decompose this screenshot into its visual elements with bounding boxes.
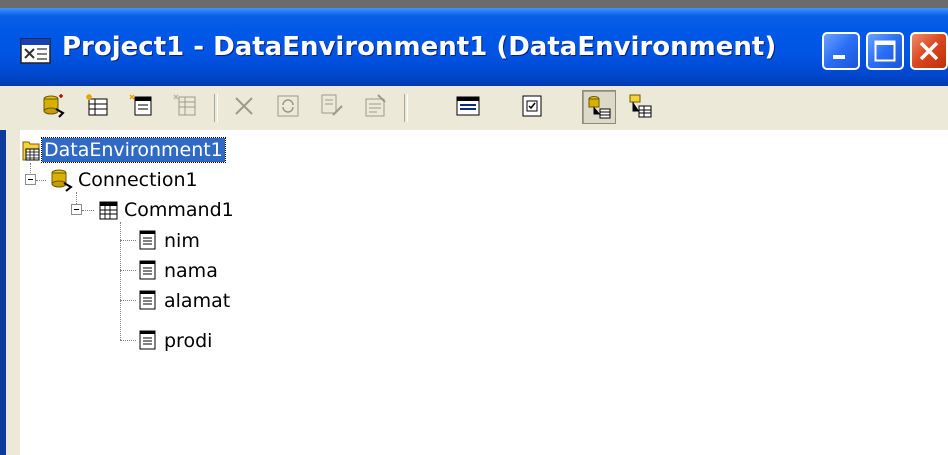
delete-button[interactable] — [228, 90, 260, 122]
arrange-by-objects-button[interactable] — [624, 90, 656, 122]
arrange-by-connections-icon — [588, 96, 611, 119]
close-button[interactable] — [910, 32, 948, 70]
options-button[interactable] — [516, 90, 548, 122]
tree-line — [82, 210, 94, 211]
refresh-button[interactable] — [272, 90, 304, 122]
insert-stored-procedures-icon — [173, 94, 196, 116]
data-environment-window: Project1 - DataEnvironment1 (DataEnviron… — [0, 0, 948, 455]
tree-node-connection1[interactable]: Connection1 — [78, 168, 198, 192]
toolbar — [0, 86, 948, 131]
properties-icon — [365, 94, 386, 117]
data-environment-icon — [22, 141, 40, 161]
maximize-button[interactable] — [866, 32, 904, 70]
window-top-edge — [0, 0, 948, 8]
tree-node-field-nama[interactable]: nama — [164, 259, 218, 283]
window-title: Project1 - DataEnvironment1 (DataEnviron… — [62, 32, 777, 62]
insert-stored-procedures-button[interactable] — [170, 90, 202, 122]
field-icon — [139, 230, 156, 250]
minimize-button[interactable] — [822, 32, 860, 70]
tree-view-panel[interactable]: DataEnvironment1 Connection1 Command1 ni… — [20, 130, 948, 455]
add-command-icon — [86, 94, 108, 116]
options-icon — [522, 95, 542, 117]
collapse-connection-expander[interactable] — [25, 174, 36, 185]
data-environment-window-icon — [20, 38, 51, 64]
toolbar-separator — [404, 94, 408, 122]
field-icon — [139, 290, 156, 310]
refresh-icon — [277, 95, 299, 117]
properties-button[interactable] — [360, 90, 392, 122]
maximize-icon — [874, 40, 896, 62]
left-window-border — [0, 130, 21, 455]
delete-icon — [235, 97, 253, 115]
add-child-command-icon — [129, 94, 152, 116]
tree-node-field-prodi[interactable]: prodi — [164, 329, 212, 353]
field-icon — [139, 330, 156, 350]
tree-line — [120, 300, 136, 301]
tree-line — [36, 180, 46, 181]
arrange-by-connections-button[interactable] — [582, 90, 616, 124]
command-icon — [99, 201, 118, 220]
view-code-button[interactable] — [452, 90, 484, 122]
add-child-command-button[interactable] — [126, 90, 158, 122]
tree-line — [120, 240, 136, 241]
title-bar[interactable]: Project1 - DataEnvironment1 (DataEnviron… — [0, 8, 948, 86]
collapse-command-expander[interactable] — [71, 204, 82, 215]
tree-node-command1[interactable]: Command1 — [124, 198, 234, 222]
arrange-by-objects-icon — [629, 94, 652, 118]
left-frame-inner — [6, 130, 21, 455]
tree-node-field-alamat[interactable]: alamat — [164, 289, 230, 313]
tree-node-data-environment1[interactable]: DataEnvironment1 — [41, 137, 226, 163]
design-button[interactable] — [316, 90, 348, 122]
add-connection-button[interactable] — [38, 90, 70, 122]
tree-line — [76, 192, 77, 204]
add-connection-icon — [43, 94, 65, 118]
tree-node-field-nim[interactable]: nim — [164, 229, 200, 253]
toolbar-separator — [214, 94, 218, 122]
view-code-icon — [456, 96, 480, 116]
tree-line — [120, 270, 136, 271]
minimize-icon — [833, 55, 845, 59]
data-environment-tree[interactable]: DataEnvironment1 Connection1 Command1 ni… — [20, 130, 948, 455]
tree-line — [120, 340, 136, 341]
connection-icon — [51, 169, 73, 192]
field-icon — [139, 260, 156, 280]
close-icon — [919, 41, 939, 61]
design-icon — [321, 94, 343, 116]
add-command-button[interactable] — [82, 90, 114, 122]
